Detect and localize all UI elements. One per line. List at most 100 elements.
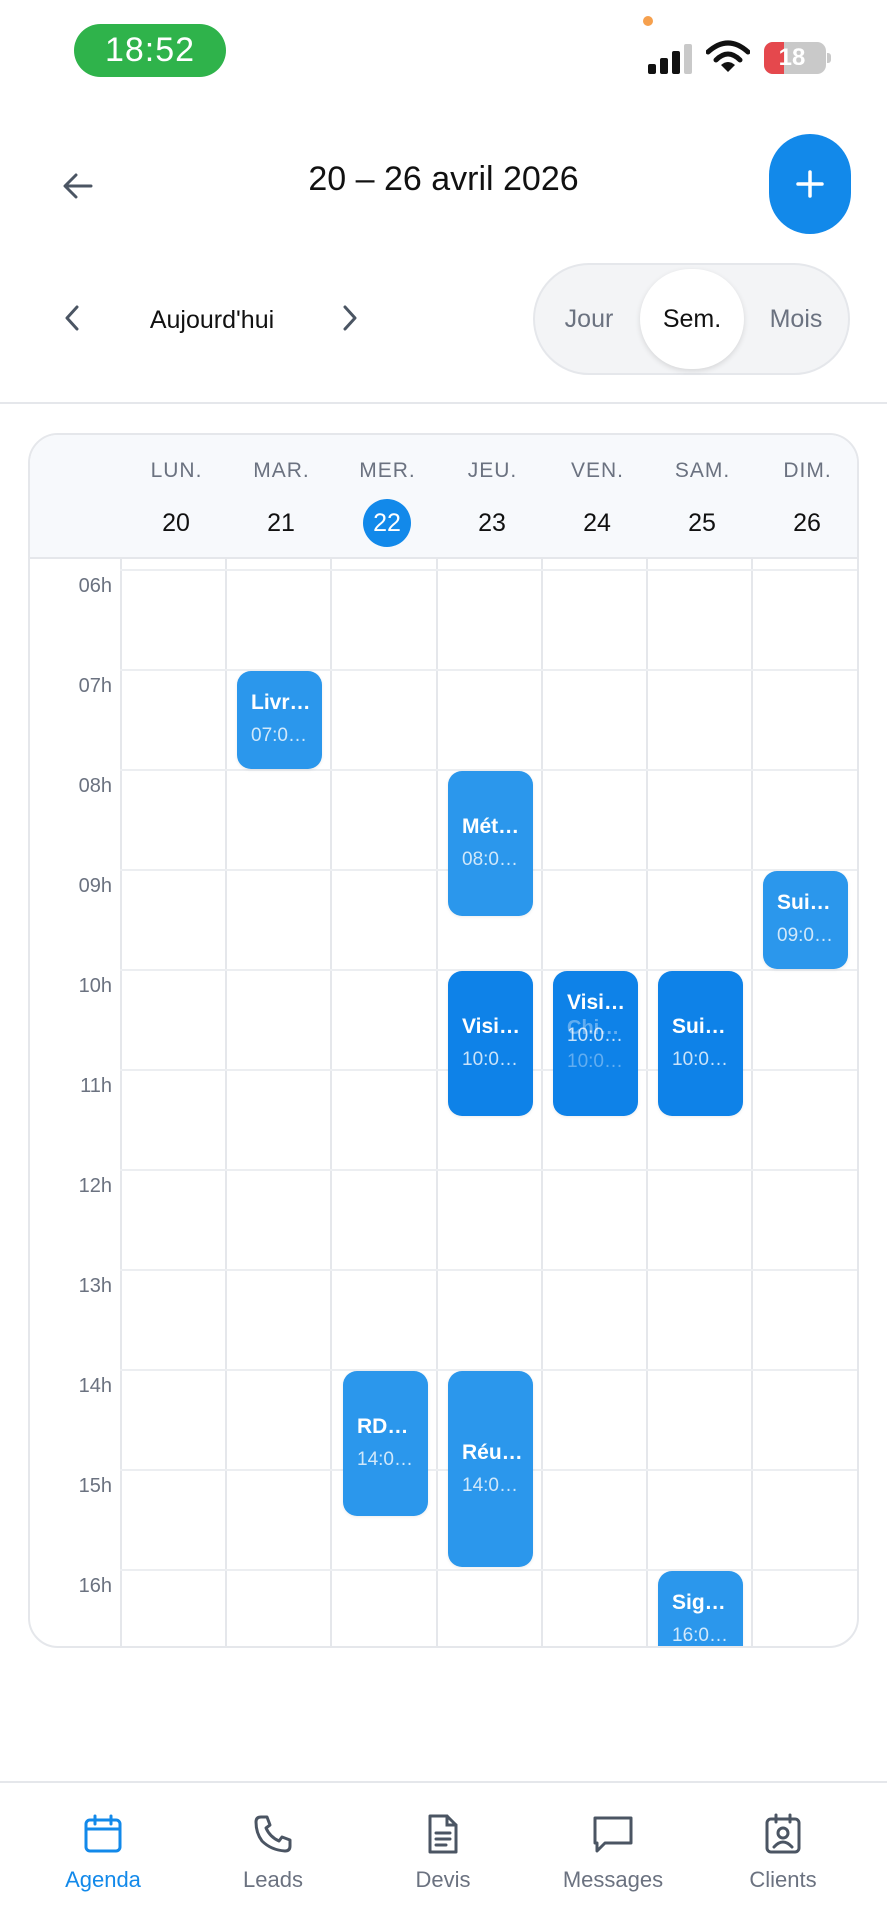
grid-line xyxy=(751,559,753,1646)
day-number[interactable]: 23 xyxy=(468,499,516,547)
chevron-right-icon xyxy=(343,305,357,331)
phone-icon xyxy=(250,1811,296,1857)
grid-line xyxy=(120,569,857,571)
hour-label: 06h xyxy=(78,575,112,597)
hour-label: 16h xyxy=(78,1575,112,1597)
today-button[interactable]: Aujourd'hui xyxy=(132,300,292,340)
hour-label: 15h xyxy=(78,1475,112,1497)
day-name: MER. xyxy=(359,459,416,482)
view-toggle: Jour Sem. Mois xyxy=(533,263,850,375)
battery-icon: 18 xyxy=(764,42,826,74)
tab-label: Devis xyxy=(415,1867,471,1892)
status-time: 18:52 xyxy=(74,24,226,77)
event-time: 14:0… xyxy=(462,1475,518,1496)
grid-line xyxy=(646,559,648,1646)
header-divider xyxy=(0,402,887,404)
event-title: Sui… xyxy=(672,1015,726,1038)
status-bar: 18:52 18 xyxy=(0,0,887,100)
cellular-signal-icon xyxy=(648,44,694,74)
day-name: DIM. xyxy=(783,459,832,482)
view-option-month[interactable]: Mois xyxy=(744,265,848,373)
event-block[interactable]: Sui… 09:0… xyxy=(763,871,848,969)
event-title: Mét… xyxy=(462,815,520,838)
hour-label: 08h xyxy=(78,775,112,797)
hour-label: 07h xyxy=(78,675,112,697)
day-name: LUN. xyxy=(150,459,203,482)
event-block[interactable]: Sui… 10:0… xyxy=(658,971,743,1116)
tab-leads[interactable]: Leads xyxy=(188,1811,358,1893)
tab-messages[interactable]: Messages xyxy=(528,1811,698,1893)
event-time: 16:0… xyxy=(672,1625,728,1646)
overlapped-event-time: 10:0… xyxy=(567,1051,623,1072)
tab-label: Messages xyxy=(562,1867,664,1892)
event-block[interactable]: RD… 14:0… xyxy=(343,1371,428,1516)
tab-agenda[interactable]: Agenda xyxy=(18,1811,188,1893)
event-block[interactable]: Visi… 10:0… xyxy=(448,971,533,1116)
plus-icon xyxy=(796,170,824,198)
grid-line xyxy=(857,559,859,1648)
hour-label: 14h xyxy=(78,1375,112,1397)
next-week-button[interactable] xyxy=(330,296,370,340)
hour-label: 12h xyxy=(78,1175,112,1197)
day-number[interactable]: 24 xyxy=(573,499,621,547)
back-button[interactable] xyxy=(50,158,106,214)
previous-week-button[interactable] xyxy=(52,296,92,340)
event-title: Réu… xyxy=(462,1441,523,1464)
tab-label: Agenda xyxy=(65,1867,141,1892)
grid-line xyxy=(330,559,332,1646)
day-name: SAM. xyxy=(674,459,731,482)
event-block[interactable]: Sig… 16:0… xyxy=(658,1571,743,1646)
event-block[interactable]: Réu… 14:0… xyxy=(448,1371,533,1567)
battery-tip xyxy=(827,53,831,63)
day-number[interactable]: 26 xyxy=(783,499,831,547)
day-number[interactable]: 21 xyxy=(257,499,305,547)
chevron-left-icon xyxy=(65,305,79,331)
day-name: JEU. xyxy=(467,459,518,482)
contact-icon xyxy=(760,1811,806,1857)
tab-label: Clients xyxy=(749,1867,817,1892)
tab-devis[interactable]: Devis xyxy=(358,1811,528,1893)
hour-label: 09h xyxy=(78,875,112,897)
battery-level: 18 xyxy=(778,44,806,71)
grid-line xyxy=(120,1569,857,1571)
day-number-today[interactable]: 22 xyxy=(363,499,411,547)
event-time: 08:0… xyxy=(462,849,518,870)
day-number[interactable]: 20 xyxy=(152,499,200,547)
view-option-day[interactable]: Jour xyxy=(535,265,643,373)
grid-line xyxy=(120,1269,857,1271)
tab-label: Leads xyxy=(243,1867,303,1892)
time-grid[interactable]: 06h 07h 08h 09h 10h 11h 12h 13h 14h 15h … xyxy=(30,559,859,1648)
week-calendar: LUN. 20 MAR. 21 MER. 22 JEU. 23 VEN. 24 … xyxy=(28,433,859,1648)
grid-line xyxy=(541,559,543,1646)
week-day-header: LUN. 20 MAR. 21 MER. 22 JEU. 23 VEN. 24 … xyxy=(30,435,857,559)
event-block[interactable]: Livr… 07:0… xyxy=(237,671,322,769)
event-time: 10:0… xyxy=(462,1049,518,1070)
grid-line xyxy=(225,559,227,1646)
event-title: Livr… xyxy=(251,691,311,714)
hour-label: 11h xyxy=(80,1075,112,1097)
grid-line xyxy=(436,559,438,1646)
wifi-icon xyxy=(706,40,750,72)
event-title: RD… xyxy=(357,1415,409,1438)
event-block[interactable]: Mét… 08:0… xyxy=(448,771,533,916)
hour-label: 10h xyxy=(78,975,112,997)
view-option-week[interactable]: Sem. xyxy=(640,269,744,369)
event-block-overlapping[interactable]: Chi… 10:0… Visi… 10:0… xyxy=(553,971,638,1116)
event-time: 09:0… xyxy=(777,925,833,946)
event-title: Visi… xyxy=(567,991,625,1014)
day-number[interactable]: 25 xyxy=(678,499,726,547)
privacy-indicator-dot xyxy=(643,16,653,26)
event-time: 14:0… xyxy=(357,1449,413,1470)
event-title: Visi… xyxy=(462,1015,520,1038)
page-title: 20 – 26 avril 2026 xyxy=(308,160,579,198)
arrow-left-icon xyxy=(63,173,93,199)
calendar-icon xyxy=(80,1811,126,1857)
document-icon xyxy=(420,1811,466,1857)
add-event-button[interactable] xyxy=(769,134,851,234)
day-name: MAR. xyxy=(253,459,310,482)
day-name: VEN. xyxy=(570,459,624,482)
hour-label: 13h xyxy=(78,1275,112,1297)
event-time: 07:0… xyxy=(251,725,307,746)
grid-line xyxy=(120,559,122,1646)
tab-clients[interactable]: Clients xyxy=(698,1811,868,1893)
